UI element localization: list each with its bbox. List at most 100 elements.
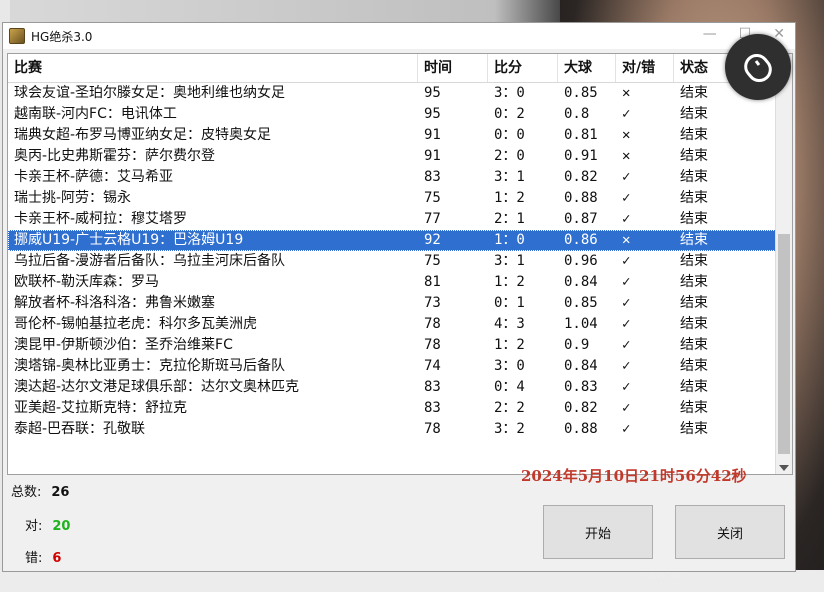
match-score: 1：2 xyxy=(494,274,525,290)
table-row[interactable]: 欧联杯-勒沃库森：罗马 81 1：2 0.84 ✓ 结束 xyxy=(8,272,792,293)
table-row[interactable]: 亚美超-艾拉斯克特：舒拉克 83 2：2 0.82 ✓ 结束 xyxy=(8,398,792,419)
over-odds: 0.88 xyxy=(564,190,598,206)
table-row[interactable]: 澳昆甲-伊斯顿沙伯：圣乔治维莱FC 78 1：2 0.9 ✓ 结束 xyxy=(8,335,792,356)
over-odds: 0.84 xyxy=(564,274,598,290)
match-name: 亚美超-艾拉斯克特：舒拉克 xyxy=(14,400,188,416)
match-score: 3：0 xyxy=(494,85,525,101)
over-odds: 0.81 xyxy=(564,127,598,143)
over-odds: 0.9 xyxy=(564,337,590,353)
table-row[interactable]: 泰超-巴吞联：孔敬联 78 3：2 0.88 ✓ 结束 xyxy=(8,419,792,440)
over-odds: 0.86 xyxy=(564,232,598,248)
table-row[interactable]: 卡亲王杯-萨德：艾马希亚 83 3：1 0.82 ✓ 结束 xyxy=(8,167,792,188)
result-mark: ✓ xyxy=(622,400,631,416)
table-row[interactable]: 球会友谊-圣珀尔滕女足：奥地利维也纳女足 95 3：0 0.85 ✕ 结束 xyxy=(8,83,792,104)
over-odds: 0.82 xyxy=(564,169,598,185)
match-time: 83 xyxy=(424,379,441,395)
match-score: 2：0 xyxy=(494,148,525,164)
table-row[interactable]: 卡亲王杯-威柯拉：穆艾塔罗 77 2：1 0.87 ✓ 结束 xyxy=(8,209,792,230)
result-mark: ✓ xyxy=(622,421,631,437)
match-status: 结束 xyxy=(680,211,708,227)
match-score: 0：2 xyxy=(494,106,525,122)
match-score: 1：2 xyxy=(494,190,525,206)
over-odds: 0.91 xyxy=(564,148,598,164)
table-row[interactable]: 哥伦杯-锡帕基拉老虎：科尔多瓦美洲虎 78 4：3 1.04 ✓ 结束 xyxy=(8,314,792,335)
match-score: 3：0 xyxy=(494,358,525,374)
over-odds: 0.85 xyxy=(564,85,598,101)
result-mark: ✓ xyxy=(622,358,631,374)
over-odds: 0.8 xyxy=(564,106,590,122)
match-status: 结束 xyxy=(680,169,708,185)
match-time: 73 xyxy=(424,295,441,311)
total-value: 26 xyxy=(51,485,70,500)
table-row[interactable]: 挪威U19-广士云格U19：巴洛姆U19 92 1：0 0.86 ✕ 结束 xyxy=(8,230,792,251)
match-status: 结束 xyxy=(680,253,708,269)
table-row[interactable]: 瑞典女超-布罗马博亚纳女足：皮特奥女足 91 0：0 0.81 ✕ 结束 xyxy=(8,125,792,146)
column-header-score[interactable]: 比分 xyxy=(488,54,558,82)
vertical-scrollbar[interactable] xyxy=(775,54,792,474)
match-status: 结束 xyxy=(680,421,708,437)
result-mark: ✕ xyxy=(622,148,631,164)
table-row[interactable]: 越南联-河内FC：电讯体工 95 0：2 0.8 ✓ 结束 xyxy=(8,104,792,125)
result-mark: ✓ xyxy=(622,379,631,395)
column-header-result[interactable]: 对/错 xyxy=(616,54,674,82)
match-status: 结束 xyxy=(680,148,708,164)
scroll-down-arrow-icon[interactable] xyxy=(779,465,789,471)
match-status: 结束 xyxy=(680,232,708,248)
match-score: 1：2 xyxy=(494,337,525,353)
start-button[interactable]: 开始 xyxy=(543,505,653,559)
table-row[interactable]: 解放者杯-科洛科洛：弗鲁米嫩塞 73 0：1 0.85 ✓ 结束 xyxy=(8,293,792,314)
result-mark: ✓ xyxy=(622,316,631,332)
match-table[interactable]: 比赛 时间 比分 大球 对/错 状态 球会友谊-圣珀尔滕女足：奥地利维也纳女足 9… xyxy=(7,53,793,475)
over-odds: 0.84 xyxy=(564,358,598,374)
match-time: 83 xyxy=(424,400,441,416)
desktop-bottom-strip xyxy=(0,570,824,592)
over-odds: 0.88 xyxy=(564,421,598,437)
table-row[interactable]: 澳达超-达尔文港足球俱乐部：达尔文奥林匹克 83 0：4 0.83 ✓ 结束 xyxy=(8,377,792,398)
match-score: 0：4 xyxy=(494,379,525,395)
match-score: 0：1 xyxy=(494,295,525,311)
result-mark: ✓ xyxy=(622,295,631,311)
over-odds: 0.87 xyxy=(564,211,598,227)
wrong-value: 6 xyxy=(52,551,62,566)
over-odds: 0.83 xyxy=(564,379,598,395)
match-time: 95 xyxy=(424,85,441,101)
match-name: 球会友谊-圣珀尔滕女足：奥地利维也纳女足 xyxy=(14,85,286,101)
match-time: 78 xyxy=(424,316,441,332)
match-status: 结束 xyxy=(680,316,708,332)
table-row[interactable]: 奥丙-比史弗斯霍芬：萨尔费尔登 91 2：0 0.91 ✕ 结束 xyxy=(8,146,792,167)
match-name: 奥丙-比史弗斯霍芬：萨尔费尔登 xyxy=(14,148,216,164)
match-score: 3：2 xyxy=(494,421,525,437)
match-status: 结束 xyxy=(680,379,708,395)
match-status: 结束 xyxy=(680,400,708,416)
over-odds: 1.04 xyxy=(564,316,598,332)
match-time: 91 xyxy=(424,148,441,164)
over-odds: 0.82 xyxy=(564,400,598,416)
match-time: 81 xyxy=(424,274,441,290)
match-status: 结束 xyxy=(680,337,708,353)
match-status: 结束 xyxy=(680,295,708,311)
match-name: 澳塔锦-奥林比亚勇士：克拉伦斯斑马后备队 xyxy=(14,358,286,374)
column-header-time[interactable]: 时间 xyxy=(418,54,488,82)
app-window: HG绝杀3.0 — ☐ ✕ 比赛 时间 比分 大球 对/错 状态 球会友谊-圣珀… xyxy=(2,22,796,572)
match-time: 91 xyxy=(424,127,441,143)
table-row[interactable]: 澳塔锦-奥林比亚勇士：克拉伦斯斑马后备队 74 3：0 0.84 ✓ 结束 xyxy=(8,356,792,377)
title-bar[interactable]: HG绝杀3.0 — ☐ ✕ xyxy=(3,23,795,49)
column-header-match[interactable]: 比赛 xyxy=(8,54,418,82)
total-label: 总数: xyxy=(11,485,42,500)
match-name: 泰超-巴吞联：孔敬联 xyxy=(14,421,146,437)
table-row[interactable]: 瑞士挑-阿劳：锡永 75 1：2 0.88 ✓ 结束 xyxy=(8,188,792,209)
table-row[interactable]: 乌拉后备-漫游者后备队：乌拉圭河床后备队 75 3：1 0.96 ✓ 结束 xyxy=(8,251,792,272)
close-button[interactable]: 关闭 xyxy=(675,505,785,559)
match-status: 结束 xyxy=(680,106,708,122)
match-name: 越南联-河内FC：电讯体工 xyxy=(14,106,177,122)
result-mark: ✕ xyxy=(622,232,631,248)
minimize-button[interactable]: — xyxy=(703,26,717,42)
match-name: 澳昆甲-伊斯顿沙伯：圣乔治维莱FC xyxy=(14,337,233,353)
match-time: 78 xyxy=(424,421,441,437)
mouse-icon xyxy=(725,34,791,100)
scrollbar-thumb[interactable] xyxy=(778,234,790,454)
match-name: 乌拉后备-漫游者后备队：乌拉圭河床后备队 xyxy=(14,253,286,269)
column-header-over[interactable]: 大球 xyxy=(558,54,616,82)
correct-value: 20 xyxy=(52,519,71,534)
match-name: 卡亲王杯-威柯拉：穆艾塔罗 xyxy=(14,211,188,227)
